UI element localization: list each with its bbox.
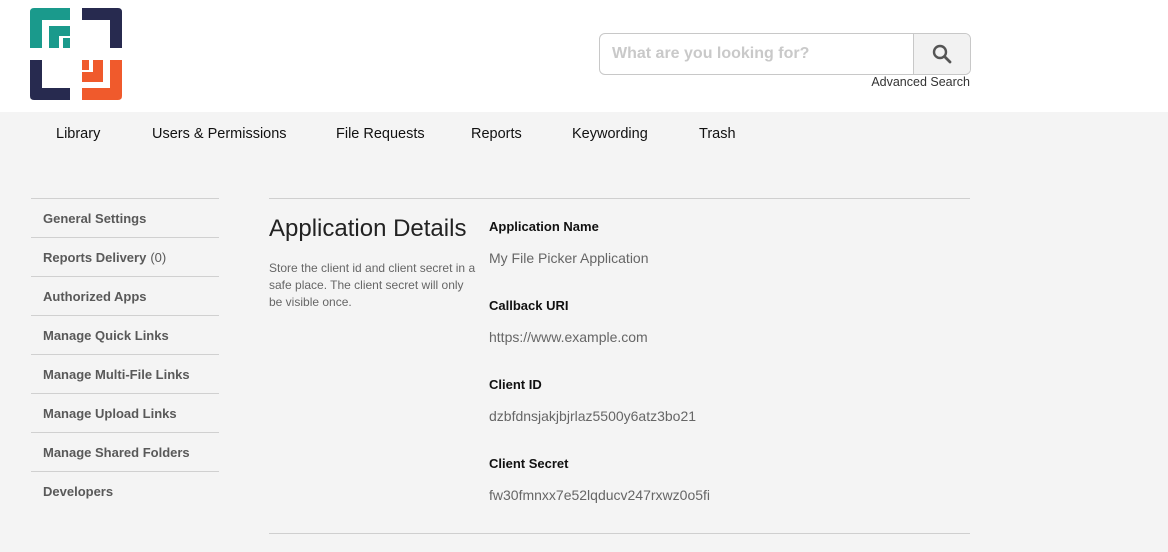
search-area: Advanced Search	[599, 33, 971, 89]
search-icon	[932, 44, 952, 64]
page-title: Application Details	[269, 215, 467, 242]
application-details-panel: Application Details Store the client id …	[269, 198, 970, 534]
nav-item-trash[interactable]: Trash	[699, 126, 736, 142]
sidebar-item-label: Manage Shared Folders	[43, 444, 190, 460]
field-client-id: Client ID dzbfdnsjakjbjrlaz5500y6atz3bo2…	[489, 377, 959, 456]
field-label: Callback URI	[489, 298, 569, 313]
sidebar-item-manage-shared-folders[interactable]: Manage Shared Folders	[31, 432, 219, 471]
settings-sidebar: General Settings Reports Delivery (0) Au…	[31, 198, 219, 510]
sidebar-item-developers[interactable]: Developers	[31, 471, 219, 510]
sidebar-item-label: Developers	[43, 483, 114, 499]
advanced-search-link[interactable]: Advanced Search	[871, 75, 970, 89]
panel-description: Store the client id and client secret in…	[269, 261, 476, 309]
brand-logo-icon[interactable]	[30, 8, 122, 100]
nav-item-reports[interactable]: Reports	[471, 126, 522, 142]
sidebar-item-label: Manage Upload Links	[43, 405, 177, 421]
field-application-name: Application Name My File Picker Applicat…	[489, 219, 959, 298]
sidebar-item-label: Authorized Apps	[43, 288, 147, 304]
sidebar-item-manage-multi-file-links[interactable]: Manage Multi-File Links	[31, 354, 219, 393]
sidebar-item-count: (0)	[150, 249, 167, 265]
sidebar-item-manage-quick-links[interactable]: Manage Quick Links	[31, 315, 219, 354]
field-label: Client ID	[489, 377, 542, 392]
sidebar-item-label: Manage Multi-File Links	[43, 366, 190, 382]
details-fields: Application Name My File Picker Applicat…	[489, 219, 959, 535]
field-value: https://www.example.com	[489, 329, 648, 345]
field-value: dzbfdnsjakjbjrlaz5500y6atz3bo21	[489, 408, 697, 424]
field-value: fw30fmnxx7e52lqducv247rxwz0o5fi	[489, 487, 711, 503]
nav-item-users-permissions[interactable]: Users & Permissions	[152, 126, 287, 142]
header: Advanced Search	[0, 0, 1168, 112]
sidebar-item-reports-delivery[interactable]: Reports Delivery (0)	[31, 237, 219, 276]
search-box	[599, 33, 971, 75]
field-callback-uri: Callback URI https://www.example.com	[489, 298, 959, 377]
sidebar-item-authorized-apps[interactable]: Authorized Apps	[31, 276, 219, 315]
search-input[interactable]	[600, 34, 913, 74]
field-client-secret: Client Secret fw30fmnxx7e52lqducv247rxwz…	[489, 456, 959, 535]
search-button[interactable]	[913, 34, 970, 74]
field-label: Application Name	[489, 219, 599, 234]
sidebar-item-label: General Settings	[43, 210, 147, 226]
field-value: My File Picker Application	[489, 250, 649, 266]
sidebar-item-label: Reports Delivery	[43, 249, 147, 265]
nav-item-file-requests[interactable]: File Requests	[336, 126, 425, 142]
sidebar-item-manage-upload-links[interactable]: Manage Upload Links	[31, 393, 219, 432]
nav-item-library[interactable]: Library	[56, 126, 100, 142]
main-nav: Library Users & Permissions File Request…	[0, 112, 1168, 158]
nav-item-keywording[interactable]: Keywording	[572, 126, 648, 142]
sidebar-item-label: Manage Quick Links	[43, 327, 169, 343]
field-label: Client Secret	[489, 456, 569, 471]
sidebar-item-general-settings[interactable]: General Settings	[31, 198, 219, 237]
